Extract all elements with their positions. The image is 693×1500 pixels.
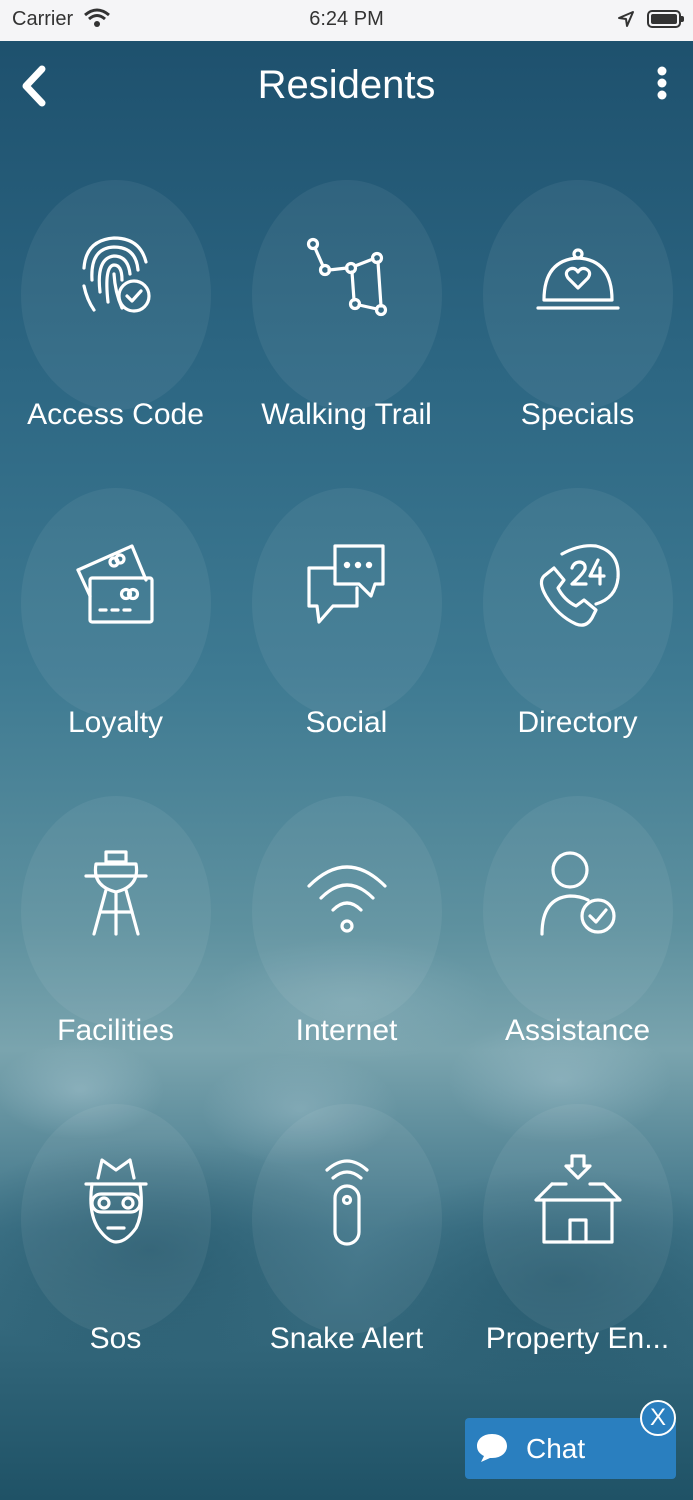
nav-bar: Residents	[0, 41, 693, 137]
tile-label: Assistance	[504, 1014, 651, 1047]
tile-directory[interactable]: Directory	[462, 488, 693, 796]
tile-label: Social	[305, 706, 388, 739]
wifi-icon	[301, 846, 393, 938]
tile-label: Walking Trail	[261, 398, 432, 431]
chat-bubbles-icon	[301, 538, 393, 630]
tile-access-code[interactable]: Access Code	[0, 180, 231, 488]
battery-icon	[647, 10, 684, 28]
page-title: Residents	[257, 63, 436, 107]
tile-loyalty[interactable]: Loyalty	[0, 488, 231, 796]
more-options-button[interactable]	[649, 63, 675, 109]
trail-map-icon	[301, 230, 393, 322]
tile-label: Property En...	[485, 1322, 670, 1355]
tile-label: Specials	[520, 398, 635, 431]
tile-label: Snake Alert	[269, 1322, 424, 1355]
user-check-icon	[532, 846, 624, 938]
tile-label: Facilities	[57, 1014, 174, 1047]
tile-specials[interactable]: Specials	[462, 180, 693, 488]
remote-signal-icon	[301, 1154, 393, 1246]
chat-close-button[interactable]: X	[640, 1400, 676, 1436]
more-vertical-icon	[657, 66, 667, 100]
status-bar: Carrier 6:24 PM	[0, 0, 693, 41]
tile-walking-trail[interactable]: Walking Trail	[231, 180, 462, 488]
house-arrow-icon	[532, 1154, 624, 1246]
tile-sos[interactable]: Sos	[0, 1104, 231, 1412]
bbq-grill-icon	[70, 846, 162, 938]
tile-label: Loyalty	[67, 706, 164, 739]
status-time: 6:24 PM	[309, 8, 384, 30]
tile-assistance[interactable]: Assistance	[462, 796, 693, 1104]
masked-face-icon	[70, 1154, 162, 1246]
tile-label: Access Code	[27, 398, 204, 431]
fingerprint-check-icon	[70, 230, 162, 322]
location-arrow-icon	[617, 10, 635, 32]
tile-internet[interactable]: Internet	[231, 796, 462, 1104]
tile-label: Directory	[517, 706, 638, 739]
tile-label: Sos	[89, 1322, 142, 1355]
residents-menu-grid: Access Code Walking Trail Specials Loyal…	[0, 180, 693, 1412]
phone-24-icon	[532, 538, 624, 630]
tile-property-entry[interactable]: Property En...	[462, 1104, 693, 1412]
cloche-heart-icon	[532, 230, 624, 322]
chat-bubble-icon	[475, 1432, 509, 1468]
tile-label: Internet	[295, 1014, 398, 1047]
chat-label: Chat	[526, 1433, 586, 1464]
tile-facilities[interactable]: Facilities	[0, 796, 231, 1104]
loyalty-cards-icon	[70, 538, 162, 630]
tile-snake-alert[interactable]: Snake Alert	[231, 1104, 462, 1412]
tile-social[interactable]: Social	[231, 488, 462, 796]
